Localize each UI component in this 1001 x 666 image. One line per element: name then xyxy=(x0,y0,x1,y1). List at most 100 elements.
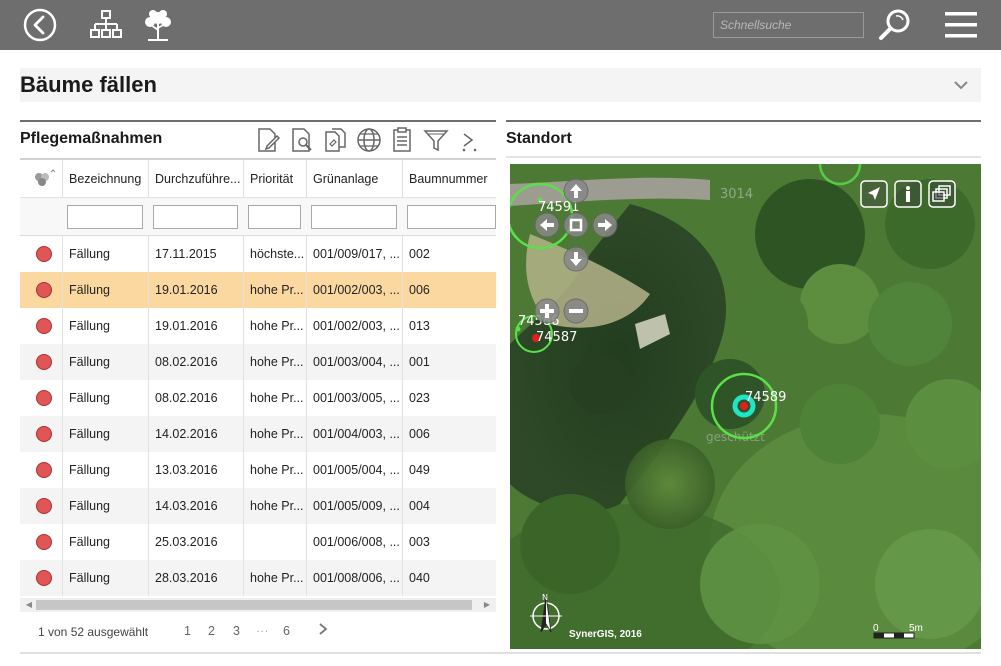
cell-bezeichnung: Fällung xyxy=(62,416,148,452)
cell-bezeichnung: Fällung xyxy=(62,380,148,416)
measures-grid: Bezeichnung Durchzuführe... Priorität Gr… xyxy=(20,158,496,598)
measures-panel: Pflegemaßnahmen Bezeichnung Durchzuführe… xyxy=(20,120,496,650)
sitemap-icon[interactable] xyxy=(88,8,124,42)
cell-date: 08.02.2016 xyxy=(148,344,243,380)
cell-date: 08.02.2016 xyxy=(148,380,243,416)
pan-down-icon[interactable] xyxy=(563,246,589,272)
cell-tree-number: 013 xyxy=(402,308,496,344)
map-view[interactable]: 3014 geschützt 74591 74586 74587 74589 N… xyxy=(510,164,981,649)
table-row[interactable]: Fällung 19.01.2016 hohe Pr... 001/002/003, … xyxy=(20,272,496,308)
layers-icon[interactable] xyxy=(928,180,956,208)
cell-bezeichnung: Fällung xyxy=(62,524,148,560)
top-bar xyxy=(0,0,1001,50)
status-cell xyxy=(20,272,62,308)
bottom-divider xyxy=(20,652,981,654)
zoom-out-icon[interactable] xyxy=(563,298,589,324)
search-document-icon[interactable] xyxy=(288,126,316,154)
clipboard-icon[interactable] xyxy=(388,126,416,154)
cell-bezeichnung: Fällung xyxy=(62,236,148,272)
filter-input-priority[interactable] xyxy=(248,205,301,229)
table-row[interactable]: Fällung 14.03.2016 hohe Pr... 001/005/009, … xyxy=(20,488,496,524)
table-row[interactable]: Fällung 08.02.2016 hohe Pr... 001/003/004, … xyxy=(20,344,496,380)
cell-priority: höchste... xyxy=(243,236,306,272)
cell-priority: hohe Pr... xyxy=(243,272,306,308)
globe-icon[interactable] xyxy=(355,126,383,154)
back-icon[interactable] xyxy=(22,8,58,42)
status-dot-icon xyxy=(36,390,52,406)
quick-search-input[interactable] xyxy=(713,12,864,38)
filter-input-bezeichnung[interactable] xyxy=(67,205,143,229)
filter-icon[interactable] xyxy=(422,126,450,154)
page-link-6[interactable]: 6 xyxy=(283,624,290,638)
cell-park: 001/005/009, ... xyxy=(306,488,402,524)
chevron-down-icon[interactable] xyxy=(953,77,969,93)
map-copyright: SynerGIS, 2016 xyxy=(569,629,642,640)
pager: 1 von 52 ausgewählt 1 2 3 ··· 6 xyxy=(20,620,496,644)
cell-tree-number: 004 xyxy=(402,488,496,524)
locate-icon[interactable] xyxy=(860,180,888,208)
cell-date: 19.01.2016 xyxy=(148,272,243,308)
horizontal-scrollbar[interactable]: ◀ ▶ xyxy=(20,598,496,612)
zoom-in-icon[interactable] xyxy=(534,298,560,324)
cell-park: 001/002/003, ... xyxy=(306,308,402,344)
next-page-icon[interactable] xyxy=(316,621,330,640)
page-link-2[interactable]: 2 xyxy=(208,624,215,638)
scrollbar-thumb[interactable] xyxy=(36,600,472,610)
status-column-header[interactable] xyxy=(20,160,62,198)
tree-marker-label[interactable]: 74587 xyxy=(536,330,577,345)
filter-input-park[interactable] xyxy=(311,205,397,229)
status-cell xyxy=(20,308,62,344)
pan-left-icon[interactable] xyxy=(534,212,560,238)
cell-date: 25.03.2016 xyxy=(148,524,243,560)
cell-bezeichnung: Fällung xyxy=(62,272,148,308)
table-row[interactable]: Fällung 14.02.2016 hohe Pr... 001/004/003, … xyxy=(20,416,496,452)
tree-marker-label[interactable]: 74589 xyxy=(745,390,786,405)
cell-bezeichnung: Fällung xyxy=(62,560,148,596)
status-dot-icon xyxy=(36,462,52,478)
pan-up-icon[interactable] xyxy=(563,178,589,204)
location-panel: Standort 3014 geschützt 74591 74586 7458… xyxy=(506,120,981,650)
more-icon[interactable] xyxy=(456,126,484,154)
cell-park: 001/006/008, ... xyxy=(306,524,402,560)
pan-center-icon[interactable] xyxy=(563,212,589,238)
table-row[interactable]: Fällung 13.03.2016 hohe Pr... 001/005/004, … xyxy=(20,452,496,488)
column-header-bezeichnung[interactable]: Bezeichnung xyxy=(62,160,148,198)
table-row[interactable]: Fällung 25.03.2016 001/006/008, ... 003 xyxy=(20,524,496,560)
status-dot-icon xyxy=(36,534,52,550)
tree-icon[interactable] xyxy=(140,8,176,42)
status-cell xyxy=(20,416,62,452)
search-icon[interactable] xyxy=(876,8,914,42)
cell-park: 001/002/003, ... xyxy=(306,272,402,308)
status-cell xyxy=(20,452,62,488)
cell-date: 13.03.2016 xyxy=(148,452,243,488)
copy-icon[interactable] xyxy=(322,126,350,154)
status-cell xyxy=(20,560,62,596)
cell-priority: hohe Pr... xyxy=(243,560,306,596)
edit-icon[interactable] xyxy=(254,126,282,154)
cell-park: 001/005/004, ... xyxy=(306,452,402,488)
column-header-tree-number[interactable]: Baumnummer xyxy=(402,160,496,198)
column-header-date[interactable]: Durchzuführe... xyxy=(148,160,243,198)
panel-underline xyxy=(506,156,981,158)
menu-icon[interactable] xyxy=(942,8,980,42)
info-icon[interactable] xyxy=(894,180,922,208)
column-header-park[interactable]: Grünanlage xyxy=(306,160,402,198)
status-dot-icon xyxy=(36,246,52,262)
column-header-priority[interactable]: Priorität xyxy=(243,160,306,198)
cell-date: 17.11.2015 xyxy=(148,236,243,272)
table-row[interactable]: Fällung 28.03.2016 hohe Pr... 001/008/006, … xyxy=(20,560,496,596)
filter-input-date[interactable] xyxy=(153,205,238,229)
cell-priority xyxy=(243,524,306,560)
page-link-3[interactable]: 3 xyxy=(233,624,240,638)
page-link-1[interactable]: 1 xyxy=(184,624,191,638)
filter-input-tree-number[interactable] xyxy=(407,205,496,229)
cell-park: 001/008/006, ... xyxy=(306,560,402,596)
scroll-left-icon[interactable]: ◀ xyxy=(22,598,36,612)
table-row[interactable]: Fällung 17.11.2015 höchste... 001/009/017, … xyxy=(20,236,496,272)
scroll-right-icon[interactable]: ▶ xyxy=(480,598,494,612)
table-row[interactable]: Fällung 19.01.2016 hohe Pr... 001/002/003, … xyxy=(20,308,496,344)
cell-date: 19.01.2016 xyxy=(148,308,243,344)
table-row[interactable]: Fällung 08.02.2016 hohe Pr... 001/003/005, … xyxy=(20,380,496,416)
pan-right-icon[interactable] xyxy=(592,212,618,238)
svg-text:0: 0 xyxy=(873,623,879,634)
